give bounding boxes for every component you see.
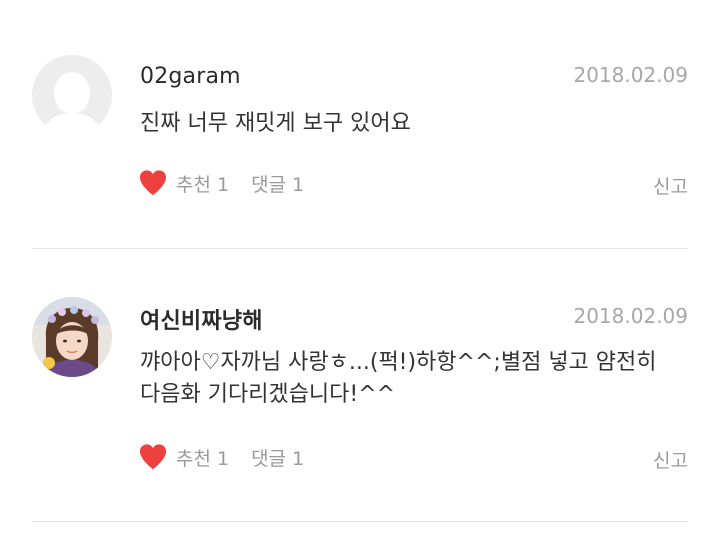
- like-button[interactable]: 추천 1: [176, 444, 229, 471]
- comment-date: 2018.02.09: [573, 63, 688, 87]
- comment-actions: 추천 1 댓글 1: [138, 442, 304, 472]
- report-button[interactable]: 신고: [653, 446, 688, 473]
- like-label: 추천: [176, 447, 211, 470]
- report-button[interactable]: 신고: [653, 172, 688, 199]
- comment-username[interactable]: 여신비짜냥해: [140, 303, 263, 335]
- avatar[interactable]: [32, 55, 112, 135]
- reply-count: 1: [292, 447, 305, 470]
- like-count: 1: [216, 447, 230, 470]
- like-label: 추천: [176, 173, 211, 196]
- comment-text: 꺄아아♡자까님 사랑ㅎ...(퍽!)하항^^;별점 넣고 얌전히 다음화 기다리…: [140, 350, 657, 407]
- heart-icon[interactable]: [138, 443, 168, 471]
- default-user-icon: [32, 55, 112, 135]
- comment-text: 진짜 너무 재밋게 보구 있어요: [140, 111, 411, 136]
- like-count: 1: [216, 173, 230, 196]
- comment-actions: 추천 1 댓글 1: [138, 168, 304, 198]
- avatar[interactable]: [32, 297, 112, 377]
- comment-username[interactable]: 02garam: [140, 64, 241, 89]
- reply-count: 1: [292, 173, 305, 196]
- like-button[interactable]: 추천 1: [176, 170, 229, 197]
- reply-button[interactable]: 댓글 1: [251, 444, 304, 471]
- reply-label: 댓글: [251, 447, 287, 470]
- heart-icon[interactable]: [138, 169, 168, 197]
- reply-button[interactable]: 댓글 1: [251, 170, 304, 197]
- profile-photo: [32, 297, 112, 377]
- comment-date: 2018.02.09: [573, 304, 688, 328]
- divider: [32, 521, 688, 522]
- comment-item: 여신비짜냥해 2018.02.09 꺄아아♡자까님 사랑ㅎ...(퍽!)하항^^…: [0, 249, 720, 521]
- reply-label: 댓글: [251, 173, 287, 196]
- comment-item: 02garam 2018.02.09 진짜 너무 재밋게 보구 있어요 추천 1 …: [0, 0, 720, 248]
